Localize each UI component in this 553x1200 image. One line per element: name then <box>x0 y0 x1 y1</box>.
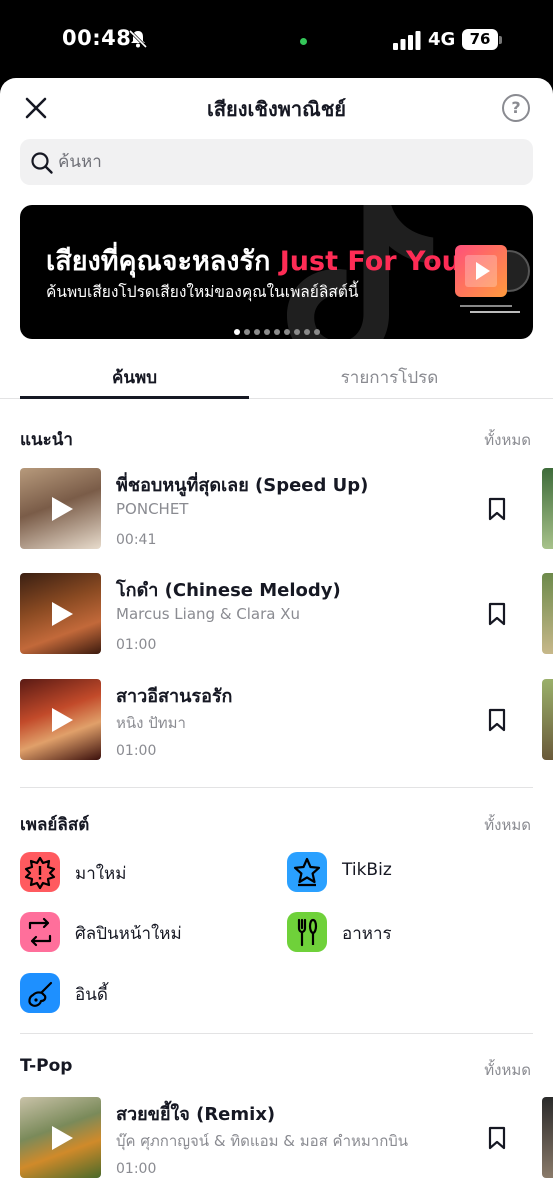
tab-favorites[interactable]: รายการโปรด <box>275 364 504 391</box>
pagination-dot[interactable] <box>303 329 310 335</box>
track-artist: Marcus Liang & Clara Xu <box>116 605 301 623</box>
promo-banner[interactable]: เสียงที่คุณจะหลงรัก Just For You ค้นพบเส… <box>20 205 533 339</box>
section-divider <box>20 787 533 788</box>
playlist-label: ศิลปินหน้าใหม่ <box>75 924 182 944</box>
track-artist: หนิง ปัทมา <box>116 714 186 732</box>
play-icon[interactable] <box>49 706 75 734</box>
bookmark-icon[interactable] <box>487 497 507 521</box>
see-all-playlists[interactable]: ทั้งหมด <box>484 813 531 837</box>
network-type: 4G <box>428 29 456 50</box>
next-column-preview <box>542 1097 553 1178</box>
playlist-tikbiz[interactable]: TikBiz <box>287 852 527 892</box>
section-title-tpop: T-Pop <box>20 1056 73 1076</box>
search-input[interactable] <box>58 139 518 185</box>
see-all-tpop[interactable]: ทั้งหมด <box>484 1058 531 1082</box>
track-duration: 01:00 <box>116 1161 157 1177</box>
track-duration: 01:00 <box>116 637 157 653</box>
playlist-food[interactable]: อาหาร <box>287 912 527 952</box>
progress-lines-icon <box>460 305 520 313</box>
pagination-dot[interactable] <box>253 329 260 335</box>
header: เสียงเชิงพาณิชย์ ? <box>0 78 553 136</box>
next-column-preview <box>542 573 553 654</box>
banner-title: เสียงที่คุณจะหลงรัก Just For You <box>46 239 461 282</box>
see-all-recommended[interactable]: ทั้งหมด <box>484 428 531 452</box>
section-title-playlists: เพลย์ลิสต์ <box>20 815 90 835</box>
play-icon[interactable] <box>49 1124 75 1152</box>
pagination-dot[interactable] <box>233 329 240 335</box>
playlist-label: อินดี้ <box>75 985 108 1005</box>
playlist-indie[interactable]: อินดี้ <box>20 973 260 1013</box>
play-icon[interactable] <box>49 600 75 628</box>
play-icon <box>465 255 497 287</box>
track-artist: PONCHET <box>116 500 189 518</box>
swap-arrows-icon <box>20 912 60 952</box>
track-title: โกดำ (Chinese Melody) <box>116 580 341 601</box>
search-bar[interactable] <box>20 139 533 185</box>
track-cover[interactable] <box>20 573 101 654</box>
pagination-dot[interactable] <box>273 329 280 335</box>
track-duration: 01:00 <box>116 743 157 759</box>
track-title: สาวอีสานรอรัก <box>116 686 233 707</box>
signal-icon <box>393 31 421 50</box>
next-column-preview <box>542 679 553 760</box>
page-title: เสียงเชิงพาณิชย์ <box>207 97 346 121</box>
help-icon[interactable]: ? <box>502 94 530 122</box>
playlist-new-artists[interactable]: ศิลปินหน้าใหม่ <box>20 912 260 952</box>
pagination-dot[interactable] <box>283 329 290 335</box>
battery-level: 76 <box>462 29 498 50</box>
star-icon <box>287 852 327 892</box>
track-title: สวยขยี้ใจ (Remix) <box>116 1104 276 1125</box>
guitar-icon <box>20 973 60 1013</box>
track-cover[interactable] <box>20 1097 101 1178</box>
section-divider <box>20 1033 533 1034</box>
privacy-indicator <box>300 38 307 45</box>
tab-selected-indicator <box>20 396 249 399</box>
track-row[interactable]: พี่ชอบหนูที่สุดเลย (Speed Up) PONCHET 00… <box>0 468 553 552</box>
bookmark-icon[interactable] <box>487 1126 507 1150</box>
search-icon <box>31 152 53 174</box>
banner-pagination[interactable] <box>20 320 533 339</box>
status-bar: 00:48 4G 76 <box>0 0 553 80</box>
track-title: พี่ชอบหนูที่สุดเลย (Speed Up) <box>116 475 369 496</box>
pagination-dot[interactable] <box>313 329 320 335</box>
battery-tip <box>499 36 502 44</box>
track-duration: 00:41 <box>116 532 157 548</box>
banner-title-main: เสียงที่คุณจะหลงรัก <box>46 246 271 277</box>
track-cover[interactable] <box>20 468 101 549</box>
pagination-dot[interactable] <box>293 329 300 335</box>
tab-discover[interactable]: ค้นพบ <box>20 364 249 391</box>
playlist-label: อาหาร <box>342 924 392 944</box>
bell-off-icon <box>128 29 148 49</box>
bookmark-icon[interactable] <box>487 708 507 732</box>
playlist-cover-icon <box>455 245 507 297</box>
play-icon[interactable] <box>49 495 75 523</box>
next-column-preview <box>542 468 553 549</box>
playlist-new[interactable]: มาใหม่ <box>20 852 260 892</box>
utensils-icon <box>287 912 327 952</box>
section-title-recommended: แนะนำ <box>20 430 73 450</box>
track-row[interactable]: โกดำ (Chinese Melody) Marcus Liang & Cla… <box>0 573 553 657</box>
track-row[interactable]: สาวอีสานรอรัก หนิง ปัทมา 01:00 <box>0 679 553 763</box>
banner-subtitle: ค้นพบเสียงโปรดเสียงใหม่ของคุณในเพลย์ลิสต… <box>46 283 359 301</box>
pagination-dot[interactable] <box>243 329 250 335</box>
track-row[interactable]: สวยขยี้ใจ (Remix) บุ๊ค ศุภกาญจน์ & ทิดแอ… <box>0 1097 553 1181</box>
status-time: 00:48 <box>62 26 132 50</box>
track-cover[interactable] <box>20 679 101 760</box>
tab-bar: ค้นพบ รายการโปรด <box>0 356 553 399</box>
new-badge-icon <box>20 852 60 892</box>
bookmark-icon[interactable] <box>487 602 507 626</box>
banner-title-accent: Just For You <box>279 246 461 277</box>
track-artist: บุ๊ค ศุภกาญจน์ & ทิดแอม & มอส คำหมากบิน <box>116 1132 409 1150</box>
playlist-label: มาใหม่ <box>75 864 127 884</box>
playlist-label: TikBiz <box>342 860 392 880</box>
pagination-dot[interactable] <box>263 329 270 335</box>
commercial-sounds-sheet: เสียงเชิงพาณิชย์ ? เสียงที่คุณจะหลงรัก J… <box>0 78 553 1200</box>
